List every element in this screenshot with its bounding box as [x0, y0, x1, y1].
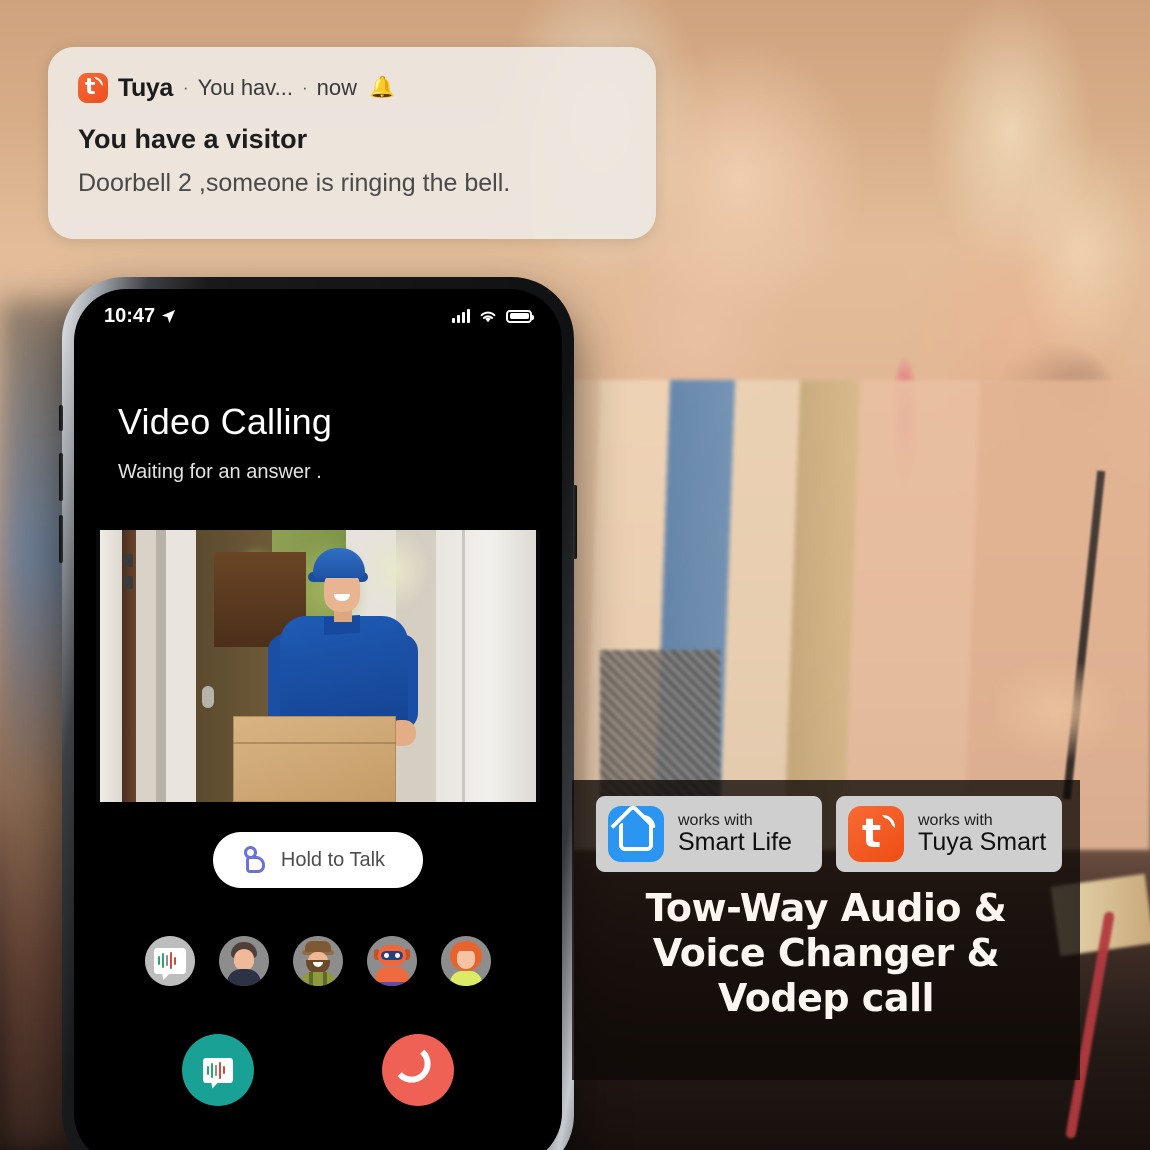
status-bar-indicators [452, 309, 534, 324]
wifi-icon [480, 311, 496, 322]
feed-hinge-bottom [124, 576, 133, 589]
package-seam [233, 742, 396, 744]
status-bar-time-group: 10:47 [104, 305, 176, 328]
doorbell-camera-feed[interactable] [96, 530, 540, 802]
screenshot-root: t Tuya · You hav... · now 🔔 You have a v… [0, 0, 1150, 1150]
call-title: Video Calling [118, 401, 333, 442]
notification-header: t Tuya · You hav... · now 🔔 [78, 73, 626, 103]
hold-to-talk-row: Hold to Talk [74, 832, 562, 888]
voice-changer-icon [203, 1057, 233, 1083]
promo-headline: Tow-Way Audio & Voice Changer & Vodep ca… [572, 886, 1080, 1020]
background-hand [995, 640, 1150, 790]
delivery-package [233, 716, 396, 802]
tap-hand-icon [241, 846, 267, 874]
voice-option-original[interactable] [145, 936, 195, 986]
compatibility-badges: works with Smart Life t works with Tuya … [572, 780, 1080, 872]
separator-dot-2: · [302, 78, 308, 97]
cellular-signal-icon [452, 309, 470, 323]
phone-power-button[interactable] [573, 485, 577, 559]
battery-full-icon [506, 309, 534, 323]
hangup-icon [397, 1049, 439, 1091]
status-bar-time: 10:47 [104, 304, 156, 327]
voice-option-robot[interactable] [367, 936, 417, 986]
phone-screen: 10:47 Video Calling Waiting for an answe… [74, 289, 562, 1150]
phone-notch [214, 289, 422, 321]
phone-mockup: 10:47 Video Calling Waiting for an answe… [59, 277, 577, 1150]
feed-door-frame [122, 530, 136, 802]
hold-to-talk-label: Hold to Talk [280, 848, 386, 871]
promo-panel: works with Smart Life t works with Tuya … [572, 780, 1080, 1080]
voice-option-uncle[interactable] [293, 936, 343, 986]
phone-volume-up-button[interactable] [59, 453, 63, 501]
status-bar: 10:47 [74, 289, 562, 343]
badge-works-with-label-2: works with [918, 811, 993, 829]
promo-headline-line-2: Voice Changer & [652, 930, 1000, 975]
push-notification-card[interactable]: t Tuya · You hav... · now 🔔 You have a v… [48, 47, 656, 239]
call-controls [74, 1034, 562, 1106]
feed-hinge-top [124, 554, 133, 567]
voice-changer-button[interactable] [182, 1034, 254, 1106]
promo-headline-line-1: Tow-Way Audio & [645, 886, 1007, 930]
promo-headline-line-3: Vodep call [717, 975, 935, 1020]
feed-wall [436, 530, 536, 802]
badge-tuya-smart: t works with Tuya Smart [836, 796, 1062, 872]
notification-time: now [316, 75, 358, 100]
voice-changer-options [74, 936, 562, 986]
separator-dot: · [182, 78, 189, 97]
wifi-wave-icon [94, 77, 103, 86]
smart-life-logo-icon [608, 806, 664, 862]
bell-icon: 🔔 [369, 76, 396, 99]
notification-body: Doorbell 2 ,someone is ringing the bell. [78, 169, 511, 197]
tuya-logo-icon: t [78, 73, 108, 103]
call-status-text: Waiting for an answer . [118, 461, 322, 483]
notification-meta: · You hav... · now 🔔 [183, 75, 395, 101]
hold-to-talk-button[interactable]: Hold to Talk [212, 832, 424, 888]
tuya-smart-logo-icon: t [848, 806, 904, 862]
badge-tuya-smart-text: works with Tuya Smart [918, 812, 1046, 856]
phone-silent-switch[interactable] [59, 405, 63, 431]
notification-preview: You hav... [197, 75, 293, 100]
video-call-screen: Video Calling Waiting for an answer . Ho… [74, 343, 562, 1150]
notification-title: You have a visitor [78, 124, 308, 154]
hangup-button[interactable] [382, 1034, 454, 1106]
voice-option-man[interactable] [219, 936, 269, 986]
badge-smart-life: works with Smart Life [596, 796, 822, 872]
feed-door-knob [202, 686, 214, 708]
feed-door-panel [100, 530, 122, 802]
badge-smart-life-text: works with Smart Life [678, 812, 792, 856]
voice-option-woman[interactable] [441, 936, 491, 986]
badge-brand-name: Smart Life [678, 828, 792, 857]
notification-app-name: Tuya [118, 73, 173, 102]
phone-volume-down-button[interactable] [59, 515, 63, 563]
badge-works-with-label: works with [678, 811, 753, 829]
location-arrow-icon [162, 309, 176, 323]
badge-brand-name-2: Tuya Smart [918, 828, 1047, 857]
